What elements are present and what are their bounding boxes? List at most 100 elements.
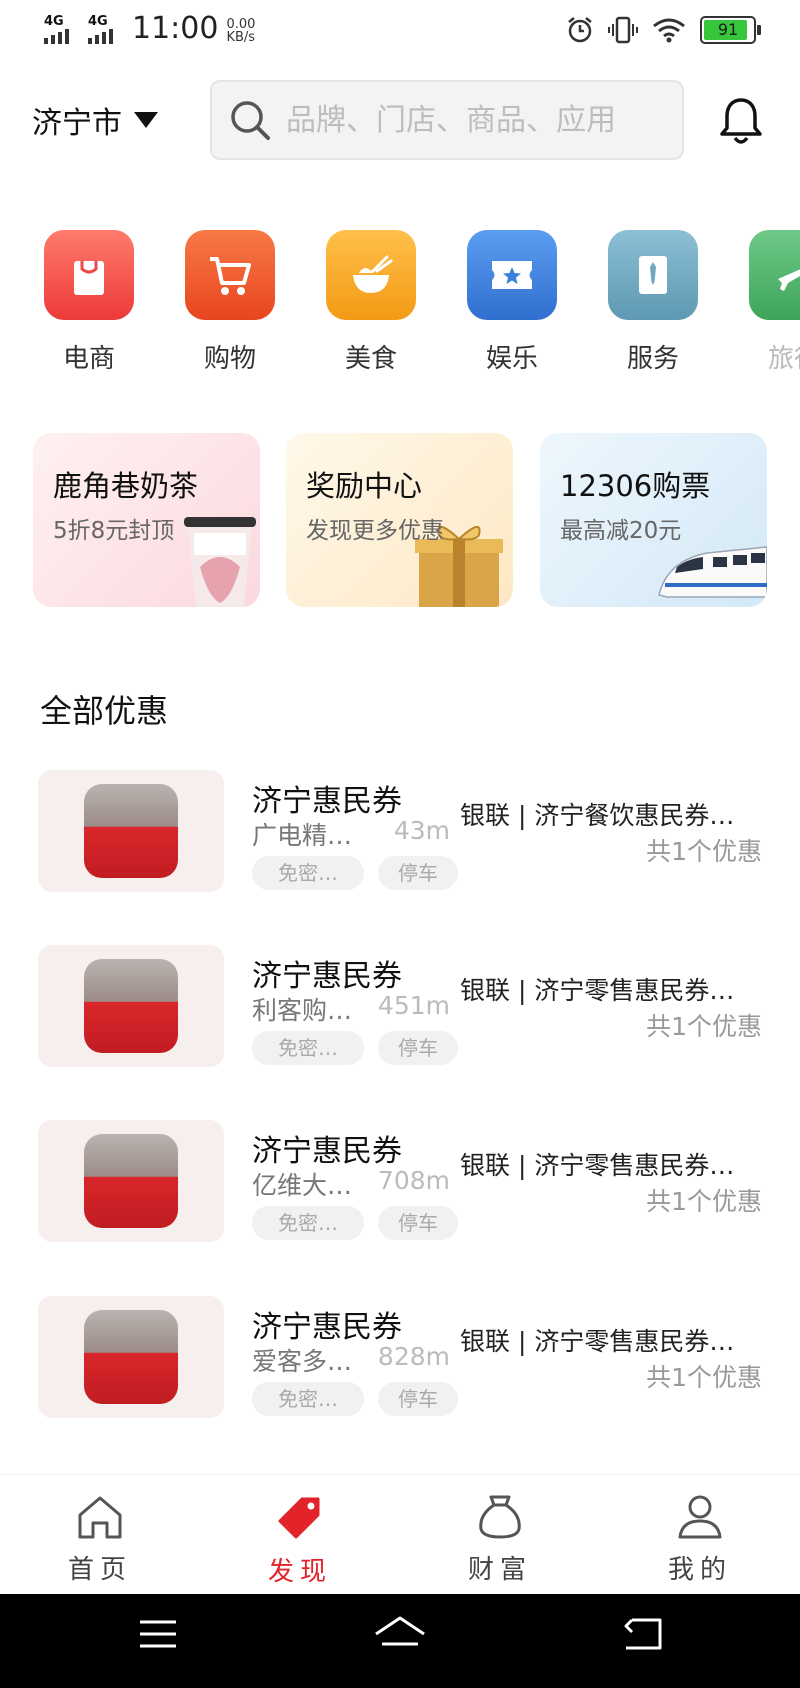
- promo-card-rewards[interactable]: 奖励中心 发现更多优惠: [286, 433, 513, 607]
- vibrate-icon: [608, 16, 638, 44]
- tag-parking: 停车: [378, 1031, 458, 1065]
- deal-thumbnail: [38, 1296, 224, 1418]
- promo-title: 12306购票: [560, 469, 711, 503]
- category-food[interactable]: 美食: [326, 230, 416, 370]
- bell-icon[interactable]: [718, 96, 764, 146]
- promo-title: 奖励中心: [306, 469, 423, 503]
- menu-icon[interactable]: [138, 1614, 178, 1654]
- offer-count: 共1个优惠: [646, 1187, 762, 1216]
- offer-text: 银联 | 济宁零售惠民券…: [460, 1327, 735, 1356]
- category-label: 美食: [344, 344, 397, 370]
- promo-subtitle: 5折8元封顶: [53, 518, 175, 544]
- offer-text: 银联 | 济宁餐饮惠民券…: [460, 801, 735, 830]
- category-label: 服务: [626, 344, 679, 370]
- tag-parking: 停车: [378, 1382, 458, 1416]
- status-bar: 4G 4G 11:00 0.00 KB/s 91: [0, 0, 800, 62]
- back-icon[interactable]: [622, 1614, 664, 1654]
- user-icon: [678, 1495, 722, 1539]
- tag-password-free: 免密…: [252, 1206, 364, 1240]
- signal-1-icon: 4G: [44, 14, 80, 44]
- network-label-2: 4G: [88, 14, 108, 29]
- promo-subtitle: 发现更多优惠: [306, 518, 444, 544]
- tag-parking: 停车: [378, 1206, 458, 1240]
- list-item[interactable]: 济宁惠民券 亿维大… 708m 免密… 停车 银联 | 济宁零售惠民券… 共1个…: [0, 1120, 800, 1244]
- deal-thumbnail: [38, 1120, 224, 1242]
- city-label: 济宁市: [32, 106, 122, 141]
- distance: 43m: [393, 816, 450, 845]
- store-name: 广电精…: [252, 821, 353, 850]
- promo-card-train-ticket[interactable]: 12306购票 最高减20元: [540, 433, 767, 607]
- shopping-bag-icon: [44, 230, 134, 320]
- search-input[interactable]: [286, 102, 666, 138]
- home-button-icon[interactable]: [372, 1614, 428, 1658]
- distance: 451m: [377, 991, 450, 1020]
- nav-label: 首页: [67, 1555, 132, 1585]
- offer-count: 共1个优惠: [646, 1012, 762, 1041]
- store-name: 爱客多…: [252, 1347, 353, 1376]
- deal-name: 济宁惠民券: [252, 1310, 402, 1345]
- home-icon: [78, 1496, 122, 1539]
- chevron-down-icon: [134, 112, 158, 128]
- nav-mine[interactable]: 我的: [640, 1493, 760, 1586]
- clock: 11:00: [132, 11, 219, 46]
- list-item[interactable]: 济宁惠民券 广电精… 43m 免密… 停车 银联 | 济宁餐饮惠民券… 共1个优…: [0, 770, 800, 894]
- battery-indicator: 91: [700, 16, 761, 44]
- list-item[interactable]: 济宁惠民券 利客购… 451m 免密… 停车 银联 | 济宁零售惠民券… 共1个…: [0, 945, 800, 1069]
- category-entertainment[interactable]: 娱乐: [467, 230, 557, 370]
- search-bar[interactable]: [210, 80, 684, 160]
- deal-thumbnail: [38, 770, 224, 892]
- system-nav-bar: [0, 1594, 800, 1688]
- nav-label: 财富: [467, 1555, 532, 1585]
- tag-icon: [278, 1497, 320, 1539]
- plane-icon: [749, 230, 800, 320]
- list-item[interactable]: 济宁惠民券 爱客多… 828m 免密… 停车 银联 | 济宁零售惠民券… 共1个…: [0, 1296, 800, 1420]
- section-title: 全部优惠: [40, 692, 169, 730]
- promo-card-milk-tea[interactable]: 鹿角巷奶茶 5折8元封顶: [33, 433, 260, 607]
- deal-name: 济宁惠民券: [252, 784, 402, 819]
- alarm-icon: [568, 17, 592, 43]
- train-icon: [658, 546, 767, 598]
- tag-password-free: 免密…: [252, 1031, 364, 1065]
- offer-text: 银联 | 济宁零售惠民券…: [460, 976, 735, 1005]
- nav-home[interactable]: 首页: [40, 1493, 160, 1586]
- network-label-1: 4G: [44, 14, 64, 29]
- store-name: 利客购…: [252, 996, 353, 1025]
- city-selector[interactable]: 济宁市: [32, 98, 158, 142]
- deal-name: 济宁惠民券: [252, 1134, 402, 1169]
- deal-thumbnail: [38, 945, 224, 1067]
- tag-password-free: 免密…: [252, 856, 364, 890]
- nav-discover[interactable]: 发现: [240, 1493, 360, 1588]
- rice-bowl-icon: [326, 230, 416, 320]
- tie-icon: [608, 230, 698, 320]
- category-shopping[interactable]: 购物: [185, 230, 275, 370]
- offer-count: 共1个优惠: [646, 1363, 762, 1392]
- category-ecommerce[interactable]: 电商: [44, 230, 134, 370]
- store-name: 亿维大…: [252, 1171, 353, 1200]
- category-travel[interactable]: 旅行: [749, 230, 800, 370]
- search-icon: [231, 101, 270, 140]
- net-speed-unit: KB/s: [226, 30, 256, 45]
- battery-level: 91: [717, 20, 739, 39]
- money-bag-icon: [479, 1495, 521, 1539]
- signal-2-icon: 4G: [88, 14, 124, 44]
- wifi-icon: [653, 18, 685, 43]
- nav-wealth[interactable]: 财富: [440, 1493, 560, 1586]
- cart-icon: [185, 230, 275, 320]
- coupon-poster-image: [84, 784, 178, 878]
- coupon-poster-image: [84, 1134, 178, 1228]
- tag-password-free: 免密…: [252, 1382, 364, 1416]
- coupon-poster-image: [84, 1310, 178, 1404]
- category-label: 购物: [203, 344, 256, 370]
- promo-title: 鹿角巷奶茶: [53, 469, 199, 503]
- offer-count: 共1个优惠: [646, 837, 762, 866]
- category-label: 电商: [62, 344, 115, 370]
- category-service[interactable]: 服务: [608, 230, 698, 370]
- distance: 708m: [377, 1166, 450, 1195]
- nav-label: 我的: [667, 1555, 732, 1585]
- milk-tea-cup-icon: [184, 517, 256, 607]
- nav-label: 发现: [267, 1557, 332, 1587]
- ticket-icon: [467, 230, 557, 320]
- category-label: 娱乐: [485, 344, 538, 370]
- distance: 828m: [377, 1342, 450, 1371]
- category-label: 旅行: [767, 344, 800, 370]
